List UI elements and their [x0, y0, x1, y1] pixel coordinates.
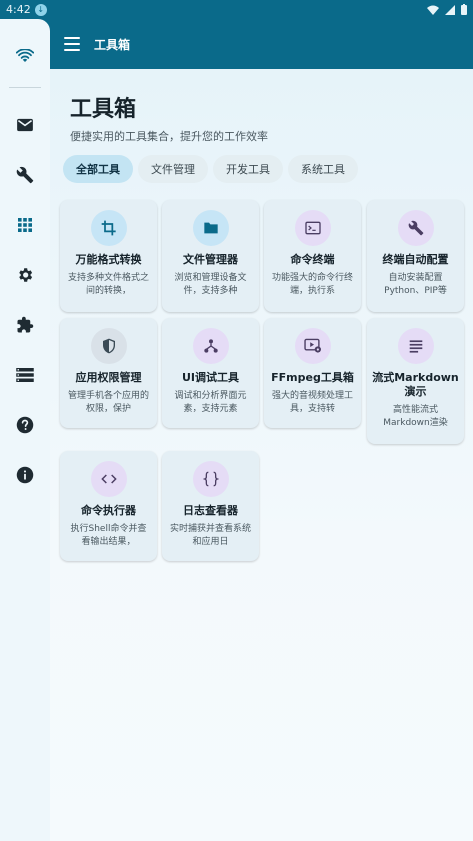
hierarchy-icon	[192, 328, 229, 364]
download-icon: ↓	[34, 3, 47, 16]
menu-icon[interactable]	[64, 37, 80, 51]
tab-file-management[interactable]: 文件管理	[138, 155, 208, 183]
page-title: 工具箱	[70, 97, 137, 122]
tool-card-streaming-markdown[interactable]: 流式Markdown演示 高性能流式Markdown渲染	[367, 318, 464, 444]
tool-desc: 管理手机各个应用的权限，保护	[68, 391, 150, 414]
tool-card-command-runner[interactable]: 命令执行器 执行Shell命令并查看输出结果，	[60, 451, 157, 561]
wrench-icon	[397, 210, 434, 246]
tool-card-ffmpeg[interactable]: FFmpeg工具箱 强大的音视频处理工具，支持转	[264, 318, 361, 428]
tool-desc: 实时捕获并查看系统和应用日	[170, 524, 252, 547]
tool-desc: 自动安装配置Python、PIP等	[384, 273, 447, 296]
tool-name: 终端自动配置	[382, 253, 449, 266]
rail-item-tools[interactable]	[8, 158, 42, 192]
tab-system-tools[interactable]: 系统工具	[288, 155, 358, 183]
rail-item-help[interactable]	[8, 408, 42, 442]
tool-card-log-viewer[interactable]: 日志查看器 实时捕获并查看系统和应用日	[162, 451, 259, 561]
app-bar: 工具箱	[50, 19, 473, 69]
help-icon	[16, 416, 34, 434]
signal-icon	[445, 4, 455, 15]
tool-name: 流式Markdown演示	[372, 371, 459, 398]
page-subtitle: 便捷实用的工具集合，提升您的工作效率	[70, 130, 268, 143]
status-time: 4:42	[6, 3, 31, 16]
settings-icon	[19, 268, 33, 282]
terminal-icon	[294, 210, 331, 246]
tab-dev-tools[interactable]: 开发工具	[213, 155, 283, 183]
tab-all-tools[interactable]: 全部工具	[63, 155, 133, 183]
tool-name: FFmpeg工具箱	[271, 371, 354, 384]
code-icon	[90, 461, 127, 497]
rail-divider	[9, 87, 41, 88]
tool-name: 命令执行器	[81, 504, 136, 517]
navigation-rail	[0, 19, 50, 841]
text-lines-icon	[397, 328, 434, 364]
storage-list-icon	[16, 368, 34, 382]
rail-item-wifi[interactable]	[8, 39, 42, 73]
tool-desc: 高性能流式Markdown渲染	[383, 405, 448, 428]
tool-card-terminal[interactable]: 命令终端 功能强大的命令行终端，执行系	[264, 200, 361, 312]
extension-icon	[17, 316, 34, 333]
shield-icon	[90, 328, 127, 364]
main-content: 工具箱 便捷实用的工具集合，提升您的工作效率 全部工具 文件管理 开发工具 系统…	[50, 69, 473, 841]
tool-desc: 功能强大的命令行终端，执行系	[272, 273, 354, 296]
status-bar: 4:42 ↓	[0, 0, 473, 19]
wrench-icon	[16, 166, 34, 184]
wifi-icon	[16, 49, 34, 62]
tool-name: 应用权限管理	[75, 371, 142, 384]
tool-desc: 浏览和管理设备文件，支持多种	[174, 273, 247, 296]
rail-item-info[interactable]	[8, 458, 42, 492]
rail-item-storage[interactable]	[8, 358, 42, 392]
rail-item-mail[interactable]	[8, 108, 42, 142]
tool-name: 万能格式转换	[75, 253, 142, 266]
tool-card-file-manager[interactable]: 文件管理器 浏览和管理设备文件，支持多种	[162, 200, 259, 312]
category-tabs: 全部工具 文件管理 开发工具 系统工具	[63, 155, 358, 183]
battery-icon	[461, 4, 467, 15]
tool-name: 命令终端	[290, 253, 335, 266]
tool-card-permission-manager[interactable]: 应用权限管理 管理手机各个应用的权限，保护	[60, 318, 157, 428]
wifi-icon	[427, 5, 439, 15]
braces-icon	[192, 461, 229, 497]
tool-card-format-converter[interactable]: 万能格式转换 支持多种文件格式之间的转换，	[60, 200, 157, 312]
tool-name: UI调试工具	[181, 371, 240, 384]
mail-icon	[17, 118, 33, 132]
tool-card-ui-debugger[interactable]: UI调试工具 调试和分析界面元素，支持元素	[162, 318, 259, 428]
rail-item-apps[interactable]	[8, 208, 42, 242]
apps-grid-icon	[18, 218, 32, 232]
info-icon	[16, 466, 34, 484]
tool-name: 文件管理器	[183, 253, 238, 266]
rail-item-extensions[interactable]	[8, 308, 42, 342]
folder-icon	[192, 210, 229, 246]
status-icons	[427, 4, 467, 15]
tool-desc: 调试和分析界面元素，支持元素	[174, 391, 247, 414]
crop-icon	[90, 210, 127, 246]
tool-desc: 强大的音视频处理工具，支持转	[272, 391, 354, 414]
tool-card-terminal-autoconfig[interactable]: 终端自动配置 自动安装配置Python、PIP等	[367, 200, 464, 312]
tool-name: 日志查看器	[183, 504, 238, 517]
tool-desc: 执行Shell命令并查看输出结果，	[70, 524, 147, 547]
app-bar-title: 工具箱	[94, 37, 131, 52]
tool-desc: 支持多种文件格式之间的转换，	[68, 273, 150, 296]
rail-item-settings[interactable]	[8, 258, 42, 292]
video-settings-icon	[294, 328, 331, 364]
